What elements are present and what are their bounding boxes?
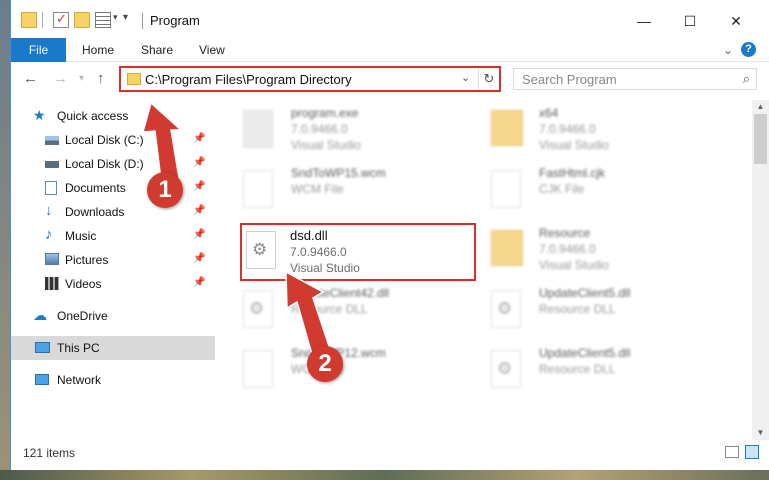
- annotation-arrows: [141, 101, 332, 359]
- explorer-window: ▾ ▾ Program — ☐ ✕ File Home Share View ⌄…: [10, 0, 769, 470]
- desktop-background-bottom: [0, 470, 769, 480]
- step-1-badge: 1: [147, 172, 183, 208]
- arrow-1: [141, 101, 183, 181]
- desktop-background: [0, 0, 10, 480]
- step-2-badge: 2: [307, 346, 343, 382]
